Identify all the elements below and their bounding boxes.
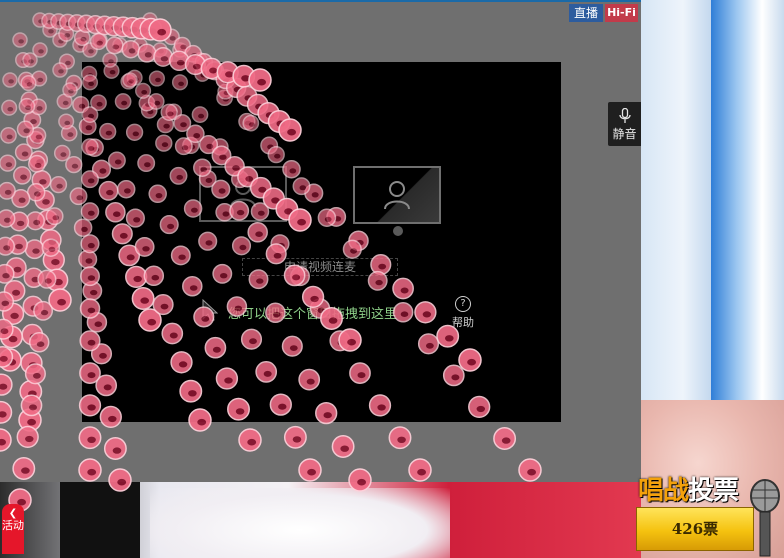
live-stream-stage: 申请视频连麦 您可以把这个窗口拖拽到这里 ? 帮助 直播 Hi-Fi 静音 ❮ …	[0, 0, 784, 558]
help-icon: ?	[455, 296, 471, 312]
microphone-icon	[618, 108, 631, 123]
feed-fur-region	[150, 488, 450, 558]
activity-tab[interactable]: ❮ 活动	[2, 504, 24, 554]
hifi-badge[interactable]: Hi-Fi	[605, 4, 638, 22]
vote-title-accent: 唱战	[638, 476, 689, 506]
apply-video-connect-button[interactable]: 申请视频连麦	[242, 258, 398, 276]
activity-label: 活动	[2, 519, 24, 532]
feed-dark-region	[60, 482, 140, 558]
help-label: 帮助	[452, 316, 474, 329]
drag-hint-text: 您可以把这个窗口拖拽到这里	[228, 307, 398, 322]
vote-microphone-icon	[750, 479, 780, 557]
mute-button[interactable]: 静音	[608, 102, 641, 146]
mute-label: 静音	[612, 127, 637, 141]
vote-button[interactable]: 426票	[636, 507, 754, 551]
video-connect-area: 申请视频连麦 您可以把这个窗口拖拽到这里 ? 帮助 直播 Hi-Fi 静音	[0, 0, 641, 482]
vote-title: 唱战投票	[638, 470, 750, 506]
user-screen-icon	[199, 166, 287, 222]
top-accent-strip	[0, 0, 641, 2]
cursor-icon	[202, 299, 218, 322]
monitor-icon	[353, 166, 441, 236]
monitor-stand	[393, 226, 403, 236]
live-badge[interactable]: 直播	[569, 4, 603, 22]
video-connect-panel[interactable]: 申请视频连麦 您可以把这个窗口拖拽到这里 ? 帮助	[82, 62, 561, 422]
help-button[interactable]: ? 帮助	[446, 292, 480, 332]
bottom-camera-feed	[0, 482, 641, 558]
vote-title-text: 投票	[688, 476, 739, 506]
